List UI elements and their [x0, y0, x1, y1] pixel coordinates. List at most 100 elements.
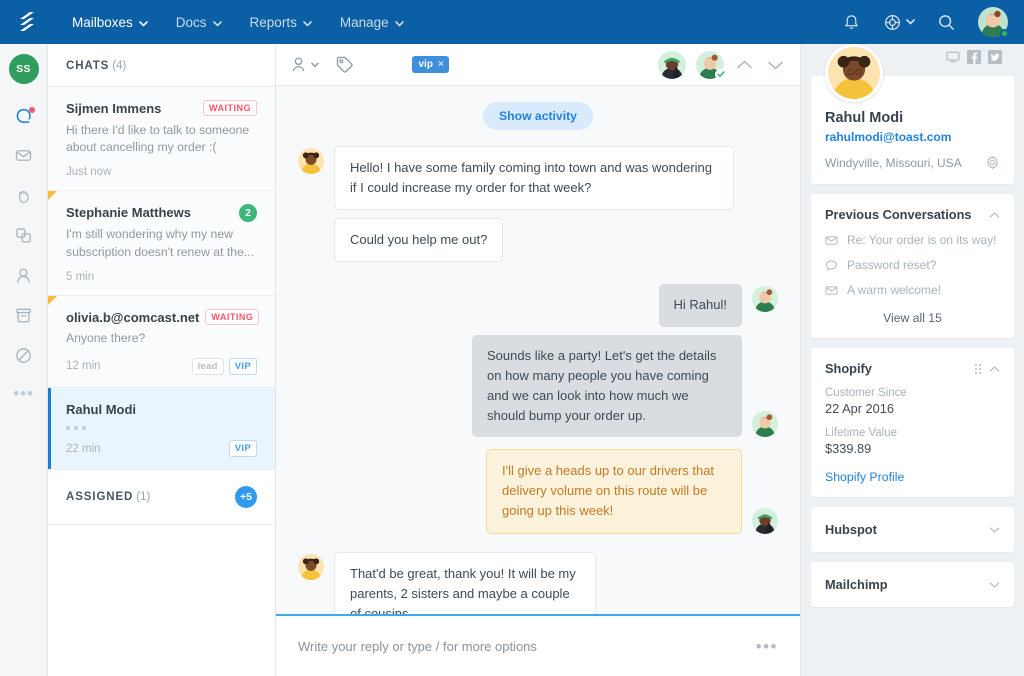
customer-avatar[interactable] — [825, 44, 883, 102]
rail-more-menu[interactable]: ••• — [13, 384, 34, 404]
chevron-down-icon — [213, 15, 222, 30]
conversation-tag-vip[interactable]: vip × — [412, 56, 449, 73]
twitter-icon[interactable] — [988, 50, 1002, 64]
chevron-down-icon[interactable] — [765, 59, 786, 71]
rail-item-docs[interactable] — [7, 218, 41, 252]
list-item[interactable]: Rahul Modi 22 min VIP — [48, 388, 275, 471]
tag-vip[interactable]: VIP — [229, 440, 257, 457]
list-item-name: Sijmen Immens — [66, 100, 161, 118]
composer-more-icon[interactable]: ••• — [756, 638, 778, 655]
status-dot — [1000, 29, 1009, 38]
person-assign-icon[interactable] — [290, 55, 319, 74]
chevron-down-icon[interactable] — [989, 526, 1000, 534]
chevron-up-icon[interactable] — [989, 365, 1000, 373]
envelope-icon — [825, 234, 839, 247]
tag-icon[interactable] — [335, 55, 354, 74]
assigned-label-wrap: ASSIGNED(1) — [66, 491, 150, 503]
shopify-card: Shopify Customer Since 22 Apr 2016 Lifet… — [811, 348, 1014, 497]
message-row: I'll give a heads up to our drivers that… — [298, 449, 778, 533]
status-badge: WAITING — [205, 309, 259, 325]
customer-email[interactable]: rahulmodi@toast.com — [825, 130, 1000, 144]
panel-header[interactable]: Previous Conversations — [825, 207, 1000, 222]
hubspot-card[interactable]: Hubspot — [811, 507, 1014, 552]
list-item-preview: Anyone there? — [66, 330, 257, 347]
list-item[interactable]: olivia.b@comcast.net WAITING Anyone ther… — [48, 296, 275, 388]
message-bubble: Hello! I have some family coming into to… — [334, 146, 734, 210]
rail-item-beacon[interactable] — [7, 178, 41, 212]
list-item-time: 22 min — [66, 443, 101, 455]
shopify-profile-link[interactable]: Shopify Profile — [825, 470, 1000, 484]
list-item-name: olivia.b@comcast.net — [66, 309, 199, 327]
list-item-top: Stephanie Matthews 2 — [66, 204, 257, 222]
conversation-subject: A warm welcome! — [847, 283, 941, 297]
list-item-top: Rahul Modi — [66, 401, 257, 419]
panel-title: Mailchimp — [825, 577, 888, 592]
nav-item-mailboxes[interactable]: Mailboxes — [60, 9, 160, 36]
helpscout-logo-icon[interactable] — [16, 9, 42, 35]
assigned-count: (1) — [136, 491, 150, 503]
rail-avatar[interactable]: SS — [9, 54, 39, 84]
nav-item-manage[interactable]: Manage — [328, 9, 416, 36]
list-item-time: Just now — [66, 166, 111, 178]
tag-lead[interactable]: lead — [192, 358, 224, 375]
gear-icon[interactable] — [985, 155, 1000, 170]
nav-item-reports[interactable]: Reports — [238, 9, 324, 36]
agent-avatar-2 — [752, 286, 778, 312]
reply-composer[interactable]: Write your reply or type / for more opti… — [276, 616, 800, 676]
list-item[interactable]: Password reset? — [825, 258, 1000, 272]
toolbar-right — [658, 51, 786, 79]
field-label: Customer Since — [825, 387, 1000, 399]
view-all-link[interactable]: View all 15 — [825, 311, 1000, 325]
chevron-down-icon[interactable] — [989, 581, 1000, 589]
chevron-up-icon[interactable] — [734, 59, 755, 71]
conversation-toolbar: more-options-icon vip × — [276, 44, 800, 86]
list-item[interactable]: Sijmen Immens WAITING Hi there I'd like … — [48, 87, 275, 191]
lifebuoy-icon[interactable] — [883, 13, 915, 32]
list-item-bottom: 5 min — [66, 271, 257, 283]
list-item-bottom: Just now — [66, 166, 257, 178]
app-body: SS ••• — [0, 44, 1024, 676]
assigned-section-header[interactable]: ASSIGNED(1) +5 — [48, 470, 275, 525]
agent-avatar-1[interactable] — [658, 51, 686, 79]
top-nav-actions — [842, 7, 1008, 37]
list-item-top: olivia.b@comcast.net WAITING — [66, 309, 257, 327]
close-icon[interactable]: × — [438, 59, 444, 70]
nav-item-docs[interactable]: Docs — [164, 9, 234, 36]
rail-item-inbox[interactable] — [7, 138, 41, 172]
mailchimp-card[interactable]: Mailchimp — [811, 562, 1014, 607]
tag-vip[interactable]: VIP — [229, 358, 257, 375]
assigned-check-icon — [715, 69, 726, 80]
unread-count-badge: 2 — [239, 204, 257, 222]
top-navigation-bar: Mailboxes Docs Reports Manage — [0, 0, 1024, 44]
avatar[interactable] — [978, 7, 1008, 37]
message-bubble: Could you help me out? — [334, 218, 503, 262]
field-label: Lifetime Value — [825, 427, 1000, 439]
reply-input[interactable]: Write your reply or type / for more opti… — [298, 639, 537, 654]
show-activity-button[interactable]: Show activity — [483, 102, 593, 130]
list-item[interactable]: A warm welcome! — [825, 283, 1000, 297]
customer-sidebar: Rahul Modi rahulmodi@toast.com Windyvill… — [800, 44, 1024, 676]
rail-item-chats[interactable] — [7, 98, 41, 132]
drag-handle-icon[interactable] — [975, 364, 981, 374]
facebook-icon[interactable] — [967, 50, 981, 64]
list-item-time: 5 min — [66, 271, 94, 283]
show-activity-wrap: Show activity — [298, 102, 778, 130]
chevron-down-icon — [139, 15, 148, 30]
bell-icon[interactable] — [842, 13, 861, 32]
rail-item-archive[interactable] — [7, 298, 41, 332]
chat-icon[interactable] — [946, 50, 960, 64]
list-item-top: Sijmen Immens WAITING — [66, 100, 257, 118]
message-row: Could you help me out? — [298, 218, 778, 262]
panel-title: Previous Conversations — [825, 207, 972, 222]
rail-item-spam[interactable] — [7, 338, 41, 372]
rail-item-customers[interactable] — [7, 258, 41, 292]
search-icon[interactable] — [937, 13, 956, 32]
chat-list-panel: CHATS(4) Sijmen Immens WAITING Hi there … — [48, 44, 276, 676]
list-item[interactable]: Stephanie Matthews 2 I'm still wondering… — [48, 191, 275, 296]
agent-avatar-2[interactable] — [696, 51, 724, 79]
tag-label: vip — [419, 59, 433, 70]
chevron-up-icon[interactable] — [989, 211, 1000, 219]
list-item[interactable]: Re: Your order is on its way! — [825, 233, 1000, 247]
panel-header: Shopify — [825, 361, 1000, 376]
list-item-time: 12 min — [66, 360, 101, 372]
